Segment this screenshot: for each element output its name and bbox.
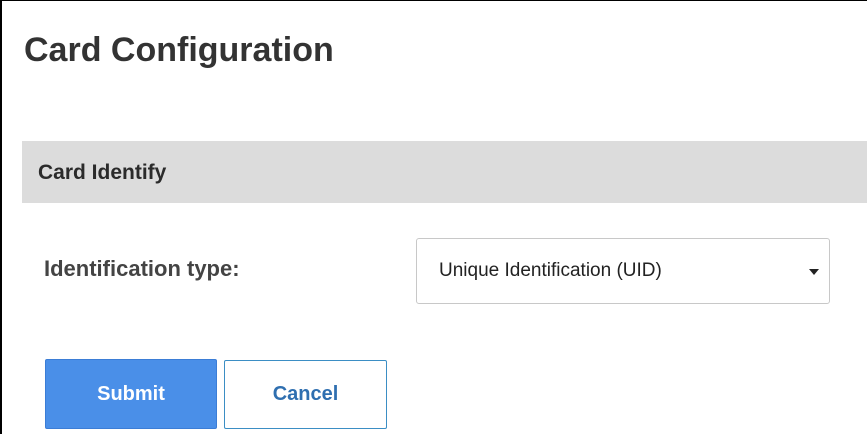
submit-button[interactable]: Submit <box>45 359 217 429</box>
section-title: Card Identify <box>38 161 167 184</box>
page-title: Card Configuration <box>24 31 334 69</box>
chevron-down-icon <box>809 269 819 275</box>
identification-type-select[interactable]: Unique Identification (UID) <box>416 238 830 304</box>
identification-type-value: Unique Identification (UID) <box>439 260 662 281</box>
config-panel: Card Configuration Card Identify Identif… <box>0 0 867 434</box>
section-header: Card Identify <box>22 141 867 203</box>
identification-type-label: Identification type: <box>44 256 240 281</box>
cancel-button[interactable]: Cancel <box>224 360 387 429</box>
